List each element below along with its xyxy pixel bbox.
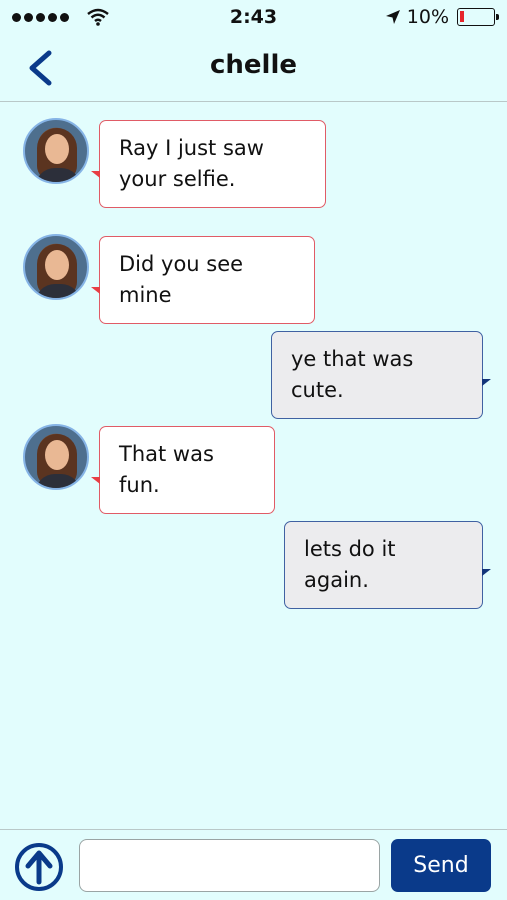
status-left (12, 8, 109, 26)
message-list[interactable]: Ray I just saw your selfie. Did you see … (0, 103, 507, 828)
message-text: That was fun. (119, 442, 214, 497)
message-text: Did you see mine (119, 252, 244, 307)
avatar[interactable] (23, 424, 89, 490)
message-bubble-outgoing[interactable]: lets do it again. (284, 521, 491, 609)
send-button[interactable]: Send (391, 839, 491, 892)
composer-bar: Send (0, 829, 507, 900)
status-bar: 2:43 10% (0, 0, 507, 34)
message-text: ye that was cute. (291, 347, 414, 402)
message-text: lets do it again. (304, 537, 396, 592)
message-bubble-outgoing[interactable]: ye that was cute. (271, 331, 491, 419)
signal-dots-icon (12, 12, 69, 22)
battery-icon (457, 8, 499, 26)
message-input[interactable] (79, 839, 380, 892)
upload-button[interactable] (14, 842, 64, 892)
wifi-icon (87, 8, 109, 26)
message-text: Ray I just saw your selfie. (119, 136, 264, 191)
status-right: 10% (385, 6, 499, 28)
message-bubble-incoming[interactable]: Ray I just saw your selfie. (91, 120, 326, 208)
location-arrow-icon (385, 10, 400, 24)
nav-bar: chelle (0, 34, 507, 102)
upload-arrow-icon (15, 843, 63, 891)
avatar[interactable] (23, 234, 89, 300)
message-bubble-incoming[interactable]: Did you see mine (91, 236, 315, 324)
avatar[interactable] (23, 118, 89, 184)
battery-percent: 10% (406, 6, 449, 28)
page-title: chelle (209, 50, 297, 80)
message-bubble-incoming[interactable]: That was fun. (91, 426, 275, 514)
